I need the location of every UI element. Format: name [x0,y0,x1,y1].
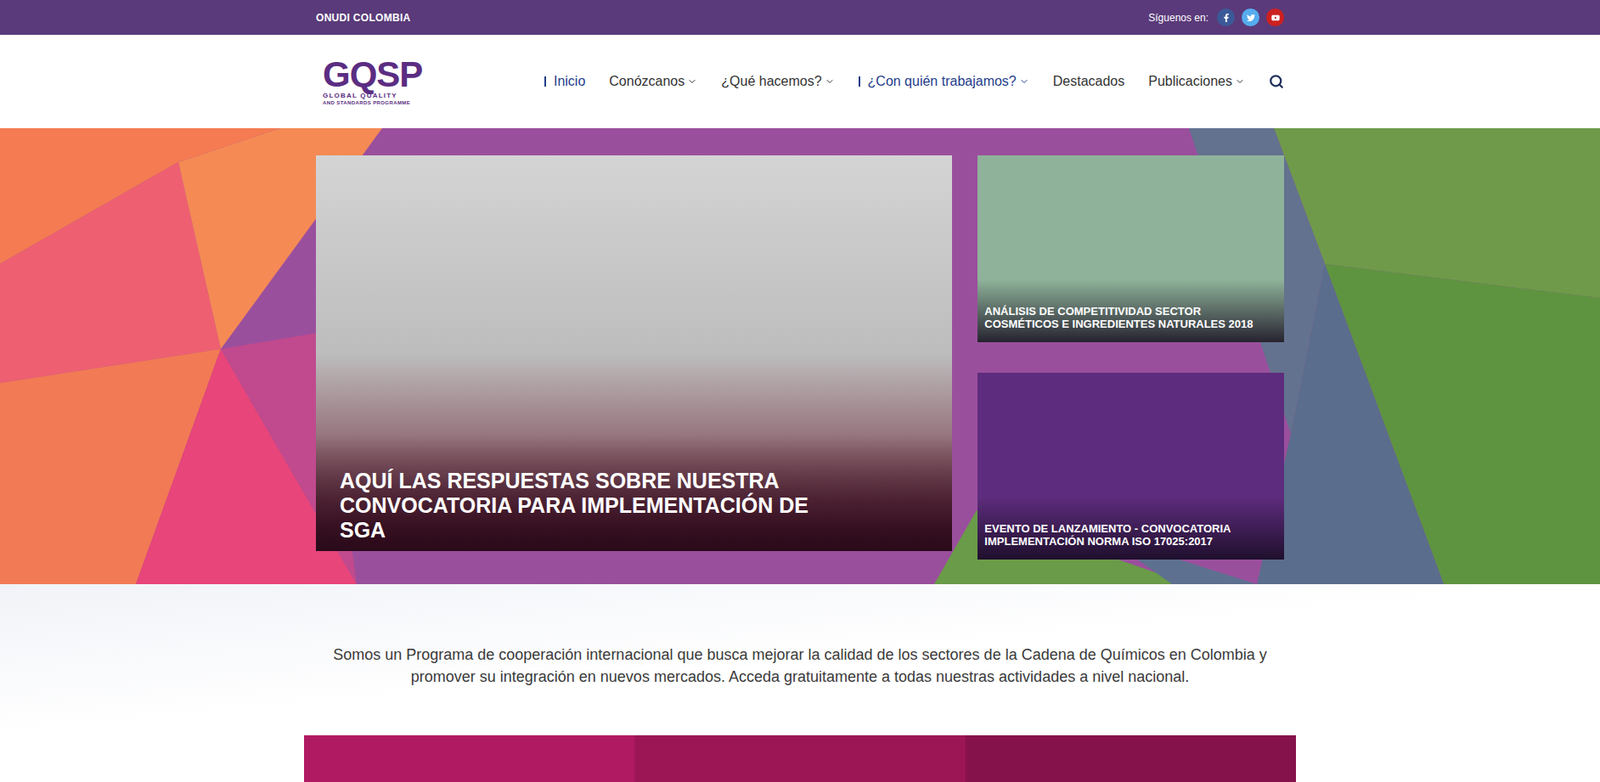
twitter-icon[interactable] [1241,8,1260,27]
youtube-icon[interactable] [1266,8,1285,27]
tile[interactable] [634,735,966,782]
active-marker [858,76,861,87]
chevron-down-icon [1019,76,1030,87]
chevron-down-icon [1234,76,1246,87]
slide-caption[interactable]: ANÁLISIS DE COMPETITIVIDAD SECTOR COSMÉT… [977,279,1285,343]
slide-caption[interactable]: AQUÍ LAS RESPUESTAS SOBRE NUESTRA CONVOC… [315,434,953,552]
header: GQSPGLOBAL QUALITYAND STANDARDS PROGRAMM… [0,34,1600,129]
facebook-icon[interactable] [1216,8,1235,27]
page: ONUDI COLOMBIA Síguenos en: GQSPGLOBAL QUA… [0,0,1600,782]
chevron-down-icon [687,76,698,87]
nav-item[interactable]: Publicaciones [1148,71,1246,92]
side-slide[interactable]: EVENTO DE LANZAMIENTO - CONVOCATORIA IMP… [977,372,1285,560]
org-label: ONUDI COLOMBIA [315,10,412,26]
follow-label: Síguenos en: [1148,10,1209,26]
main-slide[interactable]: AQUÍ LAS RESPUESTAS SOBRE NUESTRA CONVOC… [315,155,953,552]
side-slide[interactable]: ANÁLISIS DE COMPETITIVIDAD SECTOR COSMÉT… [977,155,1285,343]
intro-text: Somos un Programa de cooperación interna… [303,643,1297,688]
nav-item[interactable]: ¿Con quién trabajamos? [858,71,1030,92]
slide-caption[interactable]: EVENTO DE LANZAMIENTO - CONVOCATORIA IMP… [977,496,1285,560]
intro-section: Somos un Programa de cooperación interna… [0,584,1600,736]
nav-item[interactable]: ¿Qué hacemos? [721,71,834,92]
search-icon[interactable] [1268,73,1285,90]
tile[interactable] [304,735,636,782]
nav-item[interactable]: Conózcanos [608,71,698,92]
main-nav: Inicio Conózcanos ¿Qué hacemos? ¿Con quién … [544,71,1285,92]
nav-item[interactable]: Destacados [1053,71,1126,92]
tiles [304,735,1297,782]
hero: AQUÍ LAS RESPUESTAS SOBRE NUESTRA CONVOC… [0,128,1600,585]
top-bar: ONUDI COLOMBIA Síguenos en: [0,0,1600,35]
chevron-down-icon [824,76,835,87]
nav-item[interactable]: Inicio [544,71,586,92]
active-marker [544,76,547,87]
tile[interactable] [965,735,1297,782]
logo[interactable]: GQSPGLOBAL QUALITYAND STANDARDS PROGRAMM… [322,57,423,107]
